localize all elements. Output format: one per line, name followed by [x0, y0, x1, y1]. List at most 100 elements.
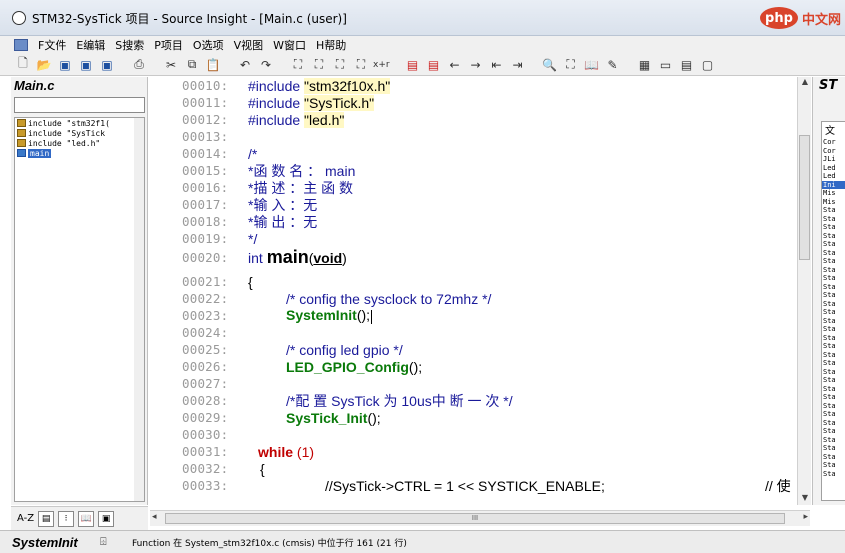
- relation-list-item[interactable]: Sta: [822, 402, 845, 411]
- symbol-info-icon[interactable]: ⌹: [100, 535, 122, 549]
- relation-list-item[interactable]: Sta: [822, 359, 845, 368]
- close-file-icon[interactable]: ▣: [98, 57, 116, 73]
- relation-list-item[interactable]: Sta: [822, 317, 845, 326]
- save-icon[interactable]: ▣: [56, 57, 74, 73]
- menu-file[interactable]: F文件: [38, 37, 66, 53]
- relation-list-item[interactable]: Sta: [822, 240, 845, 249]
- relation-list-item[interactable]: Led: [822, 164, 845, 173]
- relation-list-item[interactable]: Sta: [822, 385, 845, 394]
- symbol-filter-input[interactable]: [14, 97, 145, 113]
- scroll-left-icon[interactable]: ◂: [152, 512, 157, 522]
- code-editor[interactable]: 00010: #include "stm32f10x.h" 00011: #in…: [150, 77, 810, 505]
- jump-prev-icon[interactable]: ⇤: [488, 57, 506, 73]
- layout-window-icon[interactable]: ▢: [699, 57, 717, 73]
- relation-list-item[interactable]: Sta: [822, 444, 845, 453]
- undo-icon[interactable]: ↶: [236, 57, 254, 73]
- sort-az-button[interactable]: A-Z: [17, 513, 34, 524]
- relation-list-item[interactable]: Sta: [822, 249, 845, 258]
- copy-icon[interactable]: ⧉: [183, 57, 201, 73]
- relation-list-item[interactable]: Sta: [822, 427, 845, 436]
- relation-list-item[interactable]: Sta: [822, 410, 845, 419]
- relation-list-item[interactable]: Sta: [822, 257, 845, 266]
- relation-list-item[interactable]: Led: [822, 172, 845, 181]
- relation-list-item[interactable]: Sta: [822, 300, 845, 309]
- symbol-list-item[interactable]: include "led.h": [15, 138, 144, 148]
- app-menu-icon[interactable]: [14, 39, 28, 51]
- find-next-icon[interactable]: ⛶: [331, 57, 349, 73]
- relation-list-item[interactable]: Sta: [822, 376, 845, 385]
- find-option-label[interactable]: x+r: [373, 60, 390, 70]
- relation-list-item[interactable]: Sta: [822, 334, 845, 343]
- forward-arrow-icon[interactable]: →: [467, 57, 485, 73]
- relation-list-item[interactable]: Ini: [822, 180, 845, 189]
- jump-next-icon[interactable]: ⇥: [509, 57, 527, 73]
- relation-list-item[interactable]: Mis: [822, 198, 845, 207]
- menu-edit[interactable]: E编辑: [76, 37, 105, 53]
- book-icon[interactable]: 📖: [78, 510, 95, 527]
- hscroll-thumb[interactable]: III: [165, 513, 785, 524]
- symbol-list-scrollbar[interactable]: [134, 118, 144, 501]
- relation-list-item[interactable]: Sta: [822, 266, 845, 275]
- relation-list-item[interactable]: Sta: [822, 291, 845, 300]
- layout-split-icon[interactable]: ▤: [678, 57, 696, 73]
- scroll-up-icon[interactable]: ▲: [798, 77, 812, 89]
- replace-icon[interactable]: ⛶: [352, 57, 370, 73]
- editor-vertical-scrollbar[interactable]: ▲ ▼: [797, 77, 811, 505]
- symbol-list-item[interactable]: include "stm32f1(: [15, 118, 144, 128]
- layout-single-icon[interactable]: ▭: [657, 57, 675, 73]
- redo-icon[interactable]: ↷: [257, 57, 275, 73]
- symbol-list[interactable]: include "stm32f1( include "SysTick inclu…: [14, 117, 145, 502]
- relation-list-item[interactable]: Sta: [822, 206, 845, 215]
- layout-grid-icon[interactable]: ▦: [636, 57, 654, 73]
- open-file-icon[interactable]: 📂: [35, 57, 53, 73]
- relation-list-item[interactable]: Mis: [822, 189, 845, 198]
- relation-list-item[interactable]: Cor: [822, 138, 845, 147]
- symbol-info-icon[interactable]: 🔍: [541, 57, 559, 73]
- scroll-thumb[interactable]: [799, 135, 810, 260]
- editor-horizontal-scrollbar[interactable]: ◂ III ▸: [150, 510, 810, 526]
- relation-icon[interactable]: 📖: [583, 57, 601, 73]
- relation-list-item[interactable]: Sta: [822, 308, 845, 317]
- save-all-icon[interactable]: ▣: [77, 57, 95, 73]
- relation-list-item[interactable]: Sta: [822, 453, 845, 462]
- relation-list-item[interactable]: Sta: [822, 274, 845, 283]
- print-icon[interactable]: ⎙: [130, 57, 148, 73]
- menu-options[interactable]: O选项: [193, 37, 224, 53]
- relation-list-item[interactable]: Sta: [822, 283, 845, 292]
- relation-list-item[interactable]: Sta: [822, 342, 845, 351]
- category-view-icon[interactable]: ⁝: [58, 510, 75, 527]
- relation-list-item[interactable]: Sta: [822, 436, 845, 445]
- menu-project[interactable]: P项目: [154, 37, 183, 53]
- relation-list-item[interactable]: Sta: [822, 419, 845, 428]
- window-icon[interactable]: ▣: [98, 510, 115, 527]
- relation-list-item[interactable]: Sta: [822, 223, 845, 232]
- relation-list-item[interactable]: Sta: [822, 461, 845, 470]
- symbol-list-item-selected[interactable]: main: [15, 148, 144, 158]
- menu-help[interactable]: H帮助: [316, 37, 346, 53]
- list-view-icon[interactable]: ▤: [38, 510, 55, 527]
- context-icon[interactable]: ⛶: [562, 57, 580, 73]
- new-file-icon[interactable]: 🗋: [14, 56, 32, 73]
- back-arrow-icon[interactable]: ←: [446, 57, 464, 73]
- menu-view[interactable]: V视图: [234, 37, 264, 53]
- relation-list-item[interactable]: JLi: [822, 155, 845, 164]
- find-prev-icon[interactable]: ⛶: [310, 57, 328, 73]
- relation-list-item[interactable]: Sta: [822, 232, 845, 241]
- bookmark-list-icon[interactable]: ▤: [425, 57, 443, 73]
- relation-list-item[interactable]: Sta: [822, 215, 845, 224]
- paste-icon[interactable]: 📋: [204, 57, 222, 73]
- relation-list-item[interactable]: Sta: [822, 470, 845, 479]
- cut-icon[interactable]: ✂: [162, 57, 180, 73]
- relation-list-item[interactable]: Sta: [822, 368, 845, 377]
- menu-window[interactable]: W窗口: [273, 37, 306, 53]
- relation-list[interactable]: 文 Cor Cor JLi Led Led Ini Mis Mis Sta Sta Sta Sta St…: [821, 121, 845, 501]
- symbol-list-item[interactable]: include "SysTick: [15, 128, 144, 138]
- relation-list-item[interactable]: Sta: [822, 351, 845, 360]
- relation-list-item[interactable]: Sta: [822, 325, 845, 334]
- scroll-right-icon[interactable]: ▸: [803, 512, 808, 522]
- relation-list-item[interactable]: Sta: [822, 393, 845, 402]
- lookup-icon[interactable]: ✎: [604, 57, 622, 73]
- find-icon[interactable]: ⛶: [289, 57, 307, 73]
- relation-list-item[interactable]: Cor: [822, 147, 845, 156]
- menu-search[interactable]: S搜索: [115, 37, 144, 53]
